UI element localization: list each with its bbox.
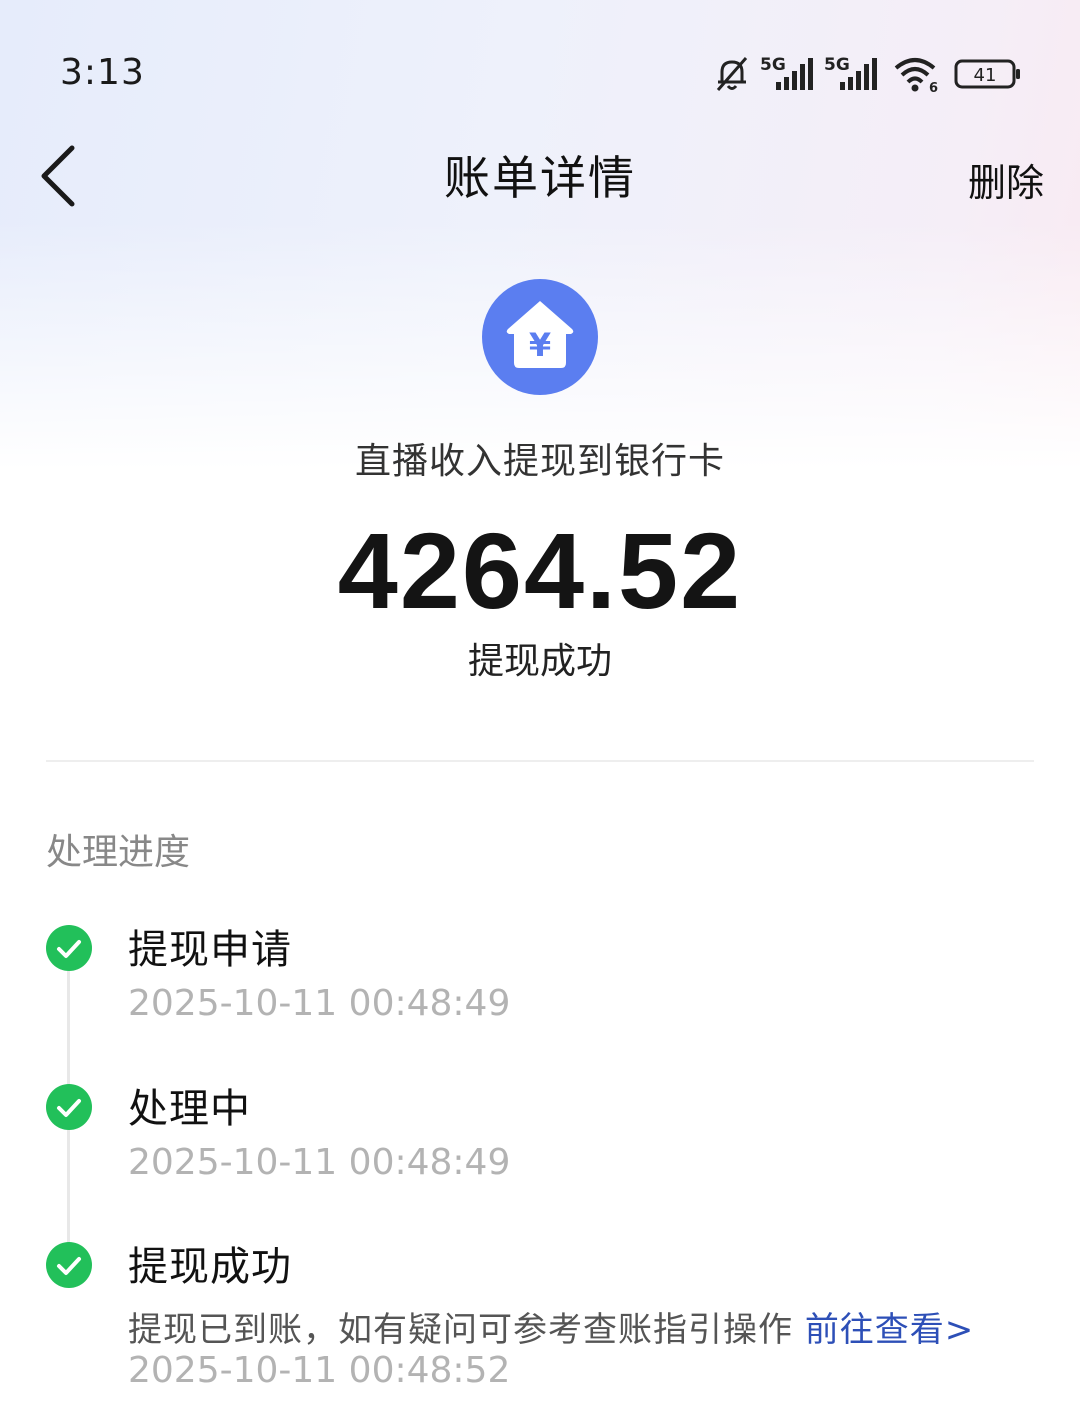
battery-icon: 41 (954, 59, 1020, 89)
check-circle-icon (46, 925, 92, 971)
step-title: 处理中 (128, 1086, 251, 1132)
wifi-6-label: 6 (929, 81, 938, 94)
signal-5g-1-icon: 5G (760, 55, 813, 90)
signal-5g-1-label: 5G (760, 55, 786, 75)
step-note-text: 提现已到账，如有疑问可参考查账指引操作 (128, 1310, 793, 1350)
divider (46, 760, 1034, 762)
house-yen-icon: ¥ (482, 279, 598, 395)
page-title: 账单详情 (444, 151, 636, 205)
step-time: 2025-10-11 00:48:52 (128, 1350, 511, 1391)
signal-5g-2-label: 5G (824, 55, 850, 75)
progress-section-title: 处理进度 (46, 832, 191, 873)
step-time: 2025-10-11 00:48:49 (128, 983, 511, 1024)
status-bar: 3:13 5G 5G 6 41 (0, 0, 1080, 150)
check-circle-icon (46, 1242, 92, 1288)
transaction-description: 直播收入提现到银行卡 (354, 441, 725, 482)
yen-symbol: ¥ (529, 326, 551, 364)
transaction-status: 提现成功 (467, 641, 612, 682)
step-time: 2025-10-11 00:48:49 (128, 1142, 511, 1183)
delete-button[interactable]: 删除 (968, 152, 1044, 207)
wifi-6-icon: 6 (894, 58, 938, 94)
status-time: 3:13 (60, 52, 145, 93)
view-details-link[interactable]: 前往查看> (805, 1310, 975, 1350)
step-note: 提现已到账，如有疑问可参考查账指引操作 前往查看> (128, 1302, 974, 1351)
check-circle-icon (46, 1084, 92, 1130)
battery-level: 41 (974, 65, 997, 86)
status-icons: 5G 5G 6 41 (712, 54, 1022, 94)
signal-5g-2-icon: 5G (824, 55, 877, 90)
transaction-amount: 4264.52 (337, 510, 743, 631)
bill-detail-page: 3:13 5G 5G 6 41 账单详情 删除 ¥ 直播收入提现到银行卡 426… (0, 0, 1080, 1401)
step-title: 提现申请 (128, 927, 292, 973)
step-title: 提现成功 (128, 1244, 292, 1290)
bell-muted-icon (716, 57, 748, 91)
